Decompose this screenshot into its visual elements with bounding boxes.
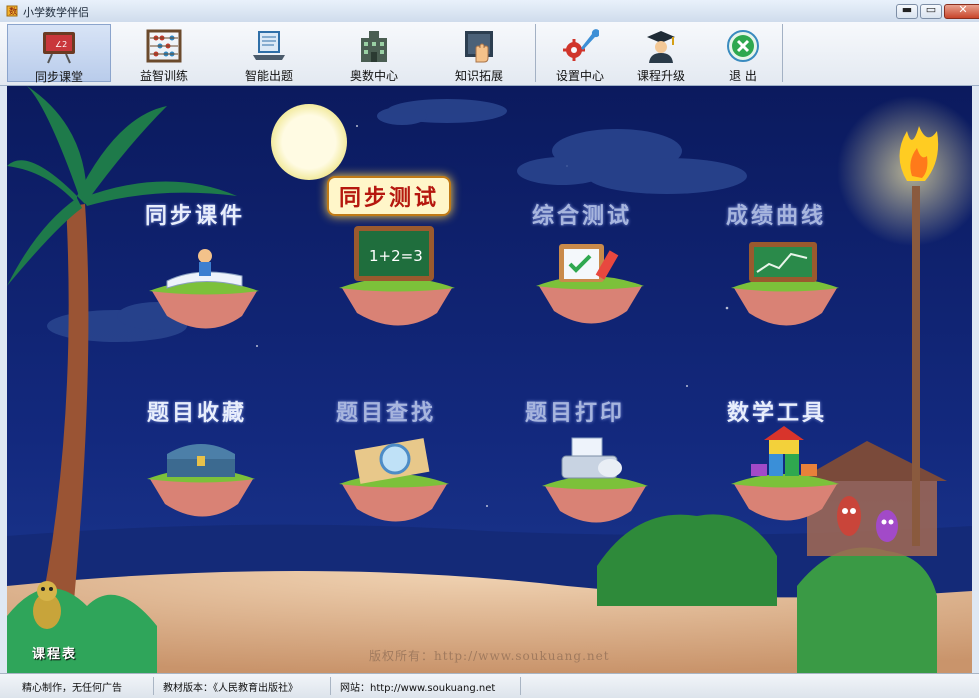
toolbar-course-upgrade-button[interactable]: 课程升级 (618, 24, 704, 83)
minimize-button[interactable]: ▬ (896, 3, 918, 19)
toolbar-separator (782, 24, 783, 82)
question-favorites-island[interactable] (145, 434, 257, 529)
menu-label-question-favorites[interactable]: 题目收藏 (147, 395, 247, 427)
laptop-icon (253, 31, 285, 60)
toolbar-label: 益智训练 (139, 69, 188, 83)
math-tools-island[interactable] (729, 424, 841, 532)
toolbar-label: 知识拓展 (454, 69, 503, 83)
svg-text:∠2: ∠2 (55, 40, 67, 49)
score-curve-island[interactable] (729, 238, 841, 338)
treasure-chest-icon (167, 444, 235, 477)
graduate-icon (647, 31, 675, 63)
abacus-icon (146, 29, 182, 63)
line-chart-icon (749, 242, 817, 282)
toolbar-label: 退 出 (729, 69, 757, 83)
status-bar: 精心制作，无任何广告 教材版本：《人民教育出版社》 网站：http://www.… (0, 673, 979, 698)
menu-label-question-print[interactable]: 题目打印 (525, 395, 625, 427)
title-bar: 数 小学数学伴侣 ▬ ▭ ✕ (0, 0, 979, 23)
menu-label-sync-courseware[interactable]: 同步课件 (145, 198, 245, 230)
menu-label-question-search[interactable]: 题目查找 (336, 395, 436, 427)
menu-label-math-tools[interactable]: 数学工具 (727, 395, 827, 427)
main-scene: 同步课件 同步测试 综合测试 成绩曲线 题目收藏 题目查找 题目打印 数学工具 … (7, 86, 972, 673)
status-edition-text: 教材版本：《人民教育出版社》 (163, 683, 298, 694)
night-scene-background (7, 86, 972, 673)
building-blocks-icon (751, 426, 817, 476)
window-title: 小学数学伴侣 (23, 6, 89, 19)
sync-test-island[interactable]: 1+2=3 (337, 223, 457, 338)
status-separator (330, 677, 331, 695)
chalkboard-text: 1+2=3 (369, 247, 423, 265)
status-separator (153, 677, 154, 695)
gear-wrench-icon (563, 29, 599, 61)
toolbar-label: 课程升级 (636, 69, 685, 83)
menu-label-score-curve[interactable]: 成绩曲线 (726, 198, 826, 230)
question-print-island[interactable] (540, 434, 650, 534)
toolbar-knowledge-expand-button[interactable]: 知识拓展 (427, 24, 531, 83)
main-toolbar: ∠2 同步课堂 益智训练 智能出题 奥数中心 知识拓展 设置中心 课程升级 退 … (0, 22, 979, 86)
toolbar-label: 同步课堂 (34, 70, 83, 84)
copyright-text: 版权所有：http://www.soukuang.net (369, 649, 610, 663)
toolbar-label: 设置中心 (555, 69, 604, 83)
question-search-island[interactable] (337, 434, 452, 534)
toolbar-smart-question-button[interactable]: 智能出题 (217, 24, 321, 83)
status-separator (520, 677, 521, 695)
toolbar-label: 奥数中心 (349, 69, 398, 83)
exit-icon (727, 30, 759, 62)
menu-label-comprehensive-test[interactable]: 综合测试 (532, 198, 632, 230)
sync-courseware-island[interactable] (147, 246, 262, 341)
toolbar-olympiad-center-button[interactable]: 奥数中心 (322, 24, 426, 83)
building-icon (361, 31, 387, 62)
toolbar-settings-button[interactable]: 设置中心 (537, 24, 623, 83)
chalkboard-icon: 1+2=3 (354, 226, 434, 281)
toolbar-label: 智能出题 (244, 69, 293, 83)
menu-label-sync-test[interactable]: 同步测试 (327, 176, 452, 216)
clipboard-icon (559, 244, 619, 282)
blackboard-icon: ∠2 (43, 32, 75, 64)
status-website-text: 网站：http://www.soukuang.net (340, 683, 496, 694)
maximize-button[interactable]: ▭ (920, 3, 942, 19)
toolbar-exit-button[interactable]: 退 出 (700, 24, 786, 83)
toolbar-separator (535, 24, 536, 82)
printer-icon (561, 437, 622, 479)
status-made-text: 精心制作，无任何广告 (22, 683, 122, 694)
schedule-button[interactable]: 课程表 (32, 643, 77, 662)
toolbar-puzzle-training-button[interactable]: 益智训练 (112, 24, 216, 83)
svg-text:数: 数 (9, 6, 17, 16)
close-button[interactable]: ✕ (944, 3, 979, 19)
book-hand-icon (465, 31, 493, 63)
comprehensive-test-island[interactable] (534, 236, 646, 336)
toolbar-sync-class-button[interactable]: ∠2 同步课堂 (7, 24, 111, 84)
app-icon: 数 (6, 5, 18, 17)
